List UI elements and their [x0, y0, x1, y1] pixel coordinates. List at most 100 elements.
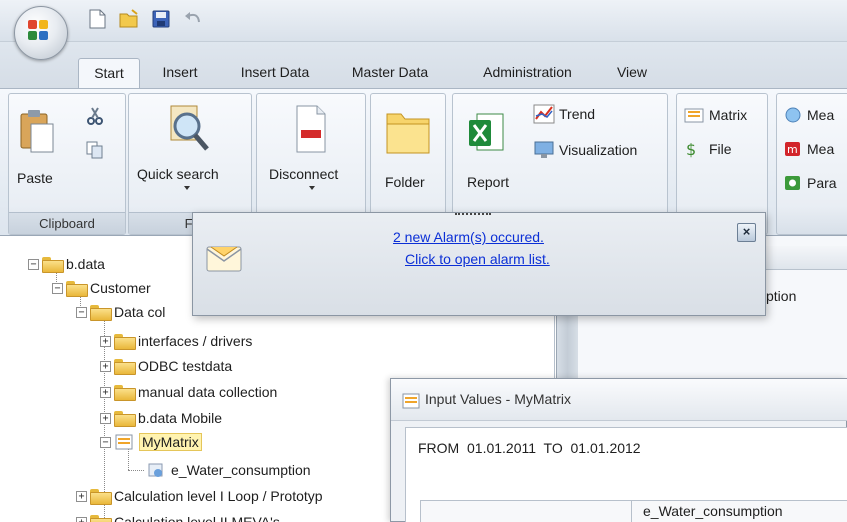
tree-node-label: ODBC testdata	[138, 358, 233, 374]
measure-group: Mea m Mea Para	[776, 93, 847, 235]
open-folder-icon[interactable]	[118, 8, 140, 30]
measure-blue-icon	[785, 107, 801, 123]
disconnect-button[interactable]: Disconnect	[269, 166, 338, 182]
tab-view[interactable]: View	[603, 58, 661, 88]
measure-button-2[interactable]: m Mea	[783, 140, 834, 158]
trend-button[interactable]: Trend	[533, 104, 595, 124]
tree-node-water[interactable]: e_Water_consumption	[145, 460, 311, 480]
undo-icon[interactable]	[182, 8, 204, 30]
tree-node-label: b.data Mobile	[138, 410, 223, 426]
svg-text:$: $	[686, 140, 696, 158]
matrix-label: Matrix	[709, 107, 748, 123]
trend-label: Trend	[559, 106, 596, 122]
data-point-icon	[148, 463, 163, 477]
quick-access-toolbar	[86, 8, 204, 30]
tree-node-label: manual data collection	[138, 384, 278, 400]
tab-insert-data[interactable]: Insert Data	[225, 58, 325, 88]
tree-node-label: interfaces / drivers	[138, 333, 253, 349]
grid-column-header[interactable]: e_Water_consumption	[643, 503, 783, 519]
expand-icon[interactable]: +	[100, 412, 111, 424]
folder-icon	[90, 515, 112, 522]
alarm-notification-popup: 2 new Alarm(s) occured. Click to open al…	[192, 212, 766, 316]
input-values-body: FROM 01.01.2011 TO 01.01.2012 e_Water_co…	[405, 427, 847, 522]
tree-node-label: Calculation level II MEVA's	[114, 514, 280, 522]
expand-icon[interactable]: +	[76, 490, 87, 502]
disconnect-icon	[293, 104, 329, 157]
folder-icon	[42, 257, 64, 273]
expand-icon[interactable]: +	[100, 360, 111, 372]
tree-node-manual[interactable]: + manual data collection	[100, 382, 277, 402]
folder-icon	[90, 489, 112, 505]
tree-node-mymatrix[interactable]: − MyMatrix	[100, 432, 202, 452]
tree-node-interfaces[interactable]: + interfaces / drivers	[100, 331, 252, 351]
folder-button[interactable]: Folder	[385, 174, 425, 190]
trend-chart-icon	[533, 104, 555, 124]
expand-icon[interactable]: +	[76, 516, 87, 522]
save-icon[interactable]	[150, 8, 172, 30]
collapse-icon[interactable]: −	[52, 282, 63, 294]
tab-start[interactable]: Start	[78, 58, 140, 88]
collapse-icon[interactable]: −	[28, 258, 39, 270]
expand-icon[interactable]: +	[100, 335, 111, 347]
tree-node-mobile[interactable]: + b.data Mobile	[100, 408, 222, 428]
folder-icon	[90, 305, 112, 321]
file-button[interactable]: $ File	[683, 140, 732, 158]
new-document-icon[interactable]	[86, 8, 108, 30]
folder-icon	[114, 359, 136, 375]
date-range-text: FROM 01.01.2011 TO 01.01.2012	[418, 440, 641, 456]
monitor-icon	[534, 141, 554, 158]
popup-grip[interactable]	[455, 213, 491, 217]
tree-node-data-collection[interactable]: − Data col	[76, 302, 165, 322]
input-values-titlebar[interactable]: Input Values - MyMatrix	[391, 379, 847, 421]
application-menu-button[interactable]	[14, 6, 68, 60]
open-alarm-list-link[interactable]: Click to open alarm list.	[405, 251, 550, 267]
matrix-button[interactable]: Matrix	[683, 106, 747, 124]
matrix-icon	[115, 434, 133, 450]
tree-node-label: e_Water_consumption	[171, 462, 311, 478]
folder-icon	[114, 334, 136, 350]
tree-node-label: Customer	[90, 280, 151, 296]
tree-node-label: Calculation level I Loop / Prototyp	[114, 488, 323, 504]
ribbon-tab-bar: Start Insert Insert Data Master Data Adm…	[0, 42, 847, 88]
tab-master-data[interactable]: Master Data	[335, 58, 445, 88]
title-bar	[0, 0, 847, 42]
alarm-count-link[interactable]: 2 new Alarm(s) occured.	[393, 229, 544, 245]
quick-search-dropdown-arrow[interactable]	[184, 186, 190, 190]
folder-icon	[66, 281, 88, 297]
expand-icon[interactable]: +	[100, 386, 111, 398]
cut-icon[interactable]	[85, 106, 105, 129]
excel-report-icon	[467, 112, 505, 157]
measure-label-2: Mea	[807, 141, 835, 157]
tree-node-calc1[interactable]: + Calculation level I Loop / Prototyp	[76, 486, 323, 506]
parameter-green-icon	[785, 176, 800, 190]
measure-button-1[interactable]: Mea	[783, 106, 834, 124]
grid-header: e_Water_consumption	[420, 500, 847, 522]
matrix-icon	[684, 108, 704, 123]
tree-node-calc2[interactable]: + Calculation level II MEVA's	[76, 512, 280, 522]
tab-insert[interactable]: Insert	[150, 58, 210, 88]
tree-node-customer[interactable]: − Customer	[52, 278, 151, 298]
close-button[interactable]: ×	[737, 223, 756, 242]
column-header-partial: ption	[766, 288, 797, 304]
copy-icon[interactable]	[85, 140, 105, 163]
tree-node-odbc[interactable]: + ODBC testdata	[100, 356, 232, 376]
folder-icon	[114, 385, 136, 401]
quick-search-button[interactable]: Quick search	[137, 166, 219, 182]
tab-administration[interactable]: Administration	[460, 58, 595, 88]
file-label: File	[709, 141, 732, 157]
tree-node-label: Data col	[114, 304, 166, 320]
folder-icon	[114, 411, 136, 427]
visualization-button[interactable]: Visualization	[533, 140, 637, 160]
measure-label-1: Mea	[807, 107, 835, 123]
paste-button[interactable]: Paste	[17, 170, 53, 186]
parameter-button[interactable]: Para	[783, 174, 837, 192]
collapse-icon[interactable]: −	[100, 436, 111, 448]
folder-icon	[385, 106, 431, 159]
disconnect-dropdown-arrow[interactable]	[309, 186, 315, 190]
report-button[interactable]: Report	[467, 174, 509, 190]
collapse-icon[interactable]: −	[76, 306, 87, 318]
matrix-icon	[402, 393, 420, 409]
app-logo-icon	[28, 20, 54, 46]
file-money-icon: $	[686, 140, 696, 158]
tree-node-root[interactable]: − b.data	[28, 254, 105, 274]
